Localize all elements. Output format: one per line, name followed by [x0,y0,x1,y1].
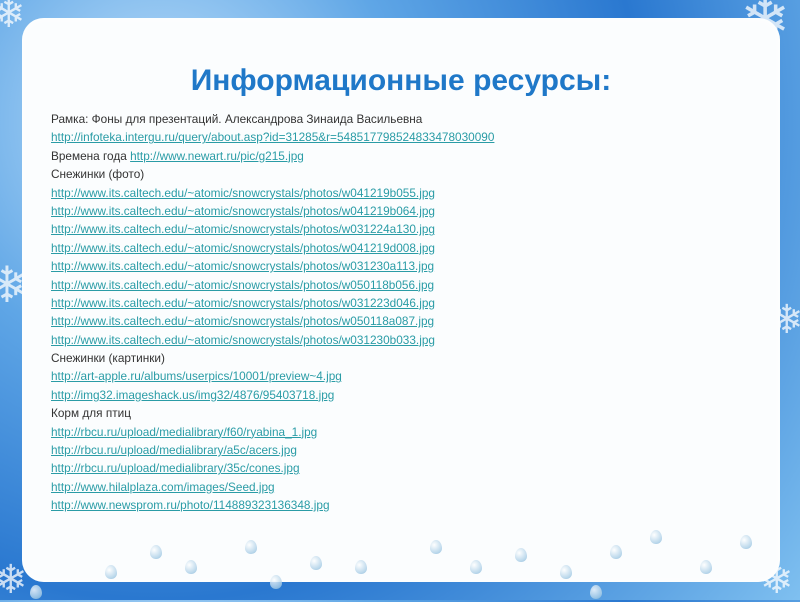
list-item: Снежинки (картинки) [51,349,494,367]
item-text: Корм для птиц [51,406,131,421]
water-drop-icon [610,545,622,559]
resource-list: Рамка: Фоны для презентаций. Александров… [51,110,494,515]
water-drop-icon [430,540,442,554]
water-drop-icon [700,560,712,574]
list-item: Рамка: Фоны для презентаций. Александров… [51,110,494,128]
resource-link[interactable]: http://www.newsprom.ru/photo/11488932313… [51,498,330,512]
list-item: http://www.hilalplaza.com/images/Seed.jp… [51,478,494,496]
item-text: Снежинки (фото) [51,167,145,182]
resource-link[interactable]: http://www.its.caltech.edu/~atomic/snowc… [51,296,435,310]
water-drop-icon [270,575,282,589]
item-text: Снежинки (картинки) [51,351,165,366]
list-item: http://img32.imageshack.us/img32/4876/95… [51,386,494,404]
resource-link[interactable]: http://art-apple.ru/albums/userpics/1000… [51,369,342,383]
list-item: Корм для птиц [51,404,494,422]
resource-link[interactable]: http://www.its.caltech.edu/~atomic/snowc… [51,259,434,273]
list-item: http://www.its.caltech.edu/~atomic/snowc… [51,184,494,202]
water-drop-icon [105,565,117,579]
resource-link[interactable]: http://rbcu.ru/upload/medialibrary/a5c/a… [51,443,297,457]
resource-link[interactable]: http://www.its.caltech.edu/~atomic/snowc… [51,333,435,347]
water-drop-icon [30,585,42,599]
list-item: http://www.its.caltech.edu/~atomic/snowc… [51,239,494,257]
list-item: http://www.its.caltech.edu/~atomic/snowc… [51,331,494,349]
snowflake-icon: ❄ [0,0,26,36]
list-item: Снежинки (фото) [51,165,494,183]
resource-link[interactable]: http://www.its.caltech.edu/~atomic/snowc… [51,222,435,236]
water-drop-icon [650,530,662,544]
resource-link[interactable]: http://www.its.caltech.edu/~atomic/snowc… [51,278,434,292]
water-drop-icon [310,556,322,570]
water-drop-icon [150,545,162,559]
resource-link[interactable]: http://infoteka.intergu.ru/query/about.a… [51,130,494,144]
water-drop-icon [185,560,197,574]
resource-link[interactable]: http://www.its.caltech.edu/~atomic/snowc… [51,241,435,255]
list-item: Времена года http://www.newart.ru/pic/g2… [51,147,494,165]
resource-link[interactable]: http://www.its.caltech.edu/~atomic/snowc… [51,186,435,200]
list-item: http://www.its.caltech.edu/~atomic/snowc… [51,276,494,294]
list-item: http://www.its.caltech.edu/~atomic/snowc… [51,312,494,330]
list-item: http://www.its.caltech.edu/~atomic/snowc… [51,294,494,312]
item-text: Рамка: Фоны для презентаций. Александров… [51,112,423,126]
water-drop-icon [355,560,367,574]
resource-link[interactable]: http://img32.imageshack.us/img32/4876/95… [51,388,334,402]
page-title: Информационные ресурсы: [190,64,612,97]
list-item: http://www.its.caltech.edu/~atomic/snowc… [51,220,494,238]
list-item: http://infoteka.intergu.ru/query/about.a… [51,128,494,146]
resource-link[interactable]: http://rbcu.ru/upload/medialibrary/35c/c… [51,461,300,475]
list-item: http://www.its.caltech.edu/~atomic/snowc… [51,202,494,220]
list-item: http://rbcu.ru/upload/medialibrary/f60/r… [51,423,494,441]
list-item: http://www.its.caltech.edu/~atomic/snowc… [51,257,494,275]
resource-link[interactable]: http://www.its.caltech.edu/~atomic/snowc… [51,204,435,218]
water-drop-icon [590,585,602,599]
list-item: http://rbcu.ru/upload/medialibrary/a5c/a… [51,441,494,459]
water-drop-icon [515,548,527,562]
resource-link[interactable]: http://rbcu.ru/upload/medialibrary/f60/r… [51,425,317,439]
resource-link[interactable]: http://www.newart.ru/pic/g215.jpg [130,149,304,163]
list-item: http://rbcu.ru/upload/medialibrary/35c/c… [51,459,494,477]
resource-link[interactable]: http://www.its.caltech.edu/~atomic/snowc… [51,314,434,328]
water-drop-icon [470,560,482,574]
item-text: Времена года [51,148,131,163]
water-drop-icon [740,535,752,549]
list-item: http://art-apple.ru/albums/userpics/1000… [51,367,494,385]
water-drop-icon [245,540,257,554]
list-item: http://www.newsprom.ru/photo/11488932313… [51,496,494,514]
resource-link[interactable]: http://www.hilalplaza.com/images/Seed.jp… [51,480,275,494]
water-drop-icon [560,565,572,579]
